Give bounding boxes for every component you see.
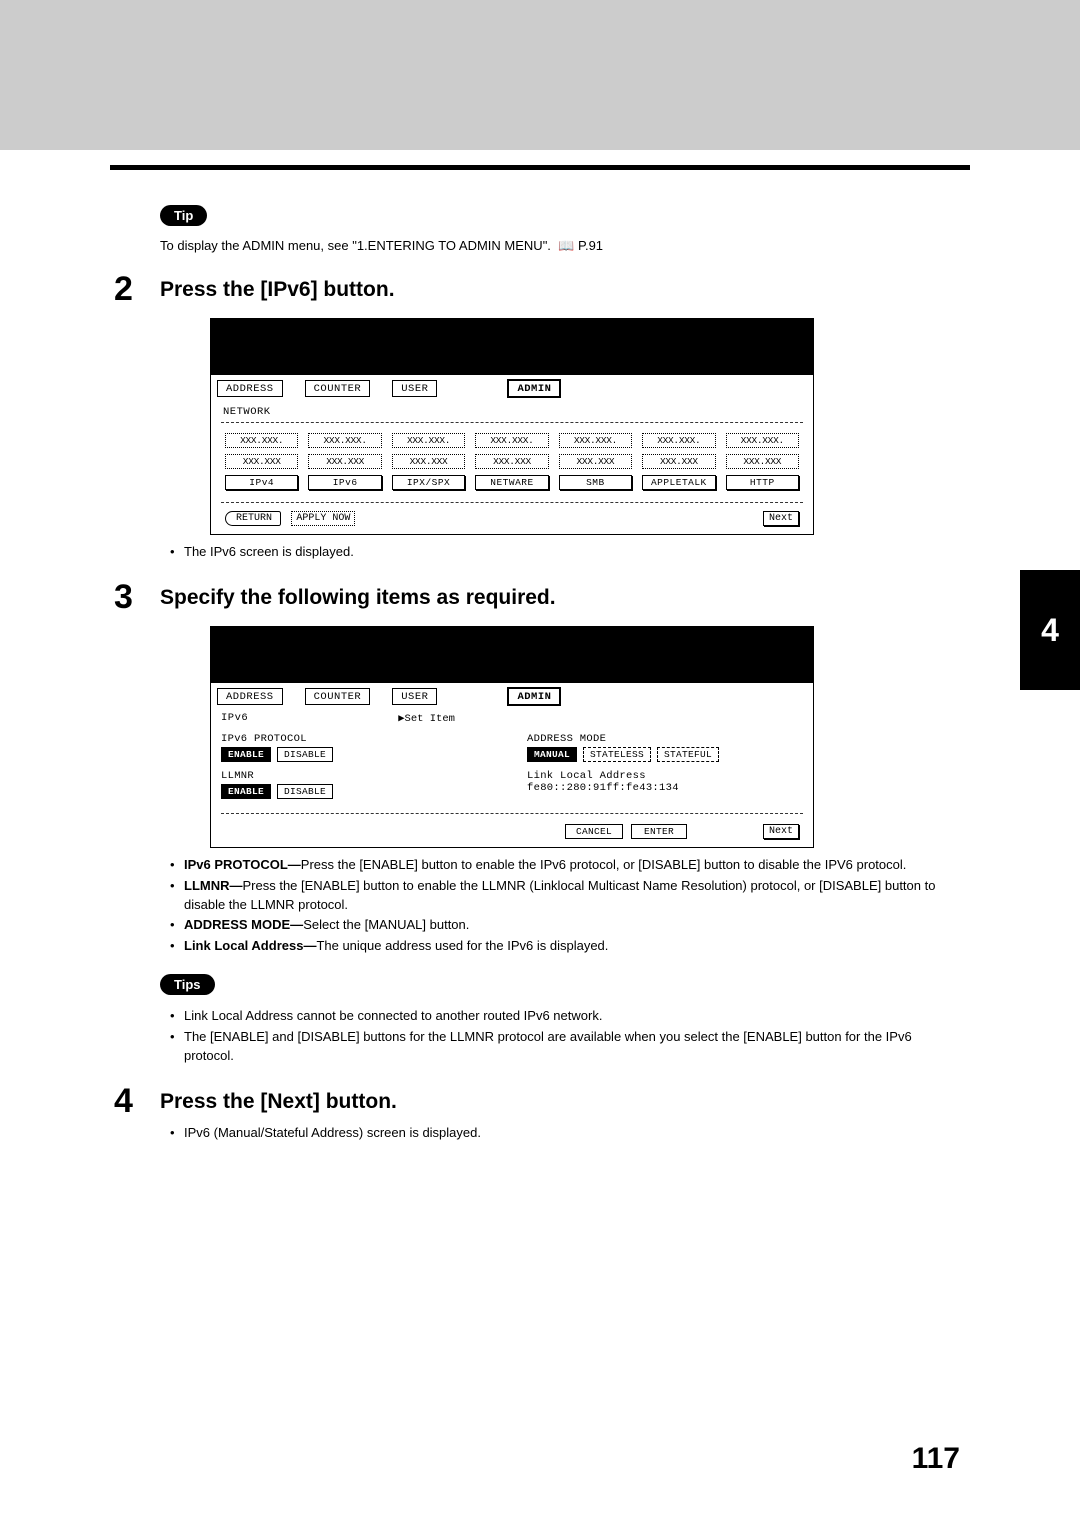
desc-address-mode: ADDRESS MODE—Select the [MANUAL] button. xyxy=(170,916,950,935)
apply-now-button[interactable]: APPLY NOW xyxy=(291,511,355,526)
address-mode-label: ADDRESS MODE xyxy=(527,733,803,745)
return-button[interactable]: RETURN xyxy=(225,511,281,526)
http-button[interactable]: HTTP xyxy=(726,475,799,490)
tips-badge: Tips xyxy=(160,974,215,995)
manual-button[interactable]: MANUAL xyxy=(527,747,577,762)
tab-counter[interactable]: COUNTER xyxy=(305,380,371,397)
label-cell: XXX.XXX xyxy=(225,454,298,469)
link-local-value: fe80::280:91ff:fe43:134 xyxy=(527,782,803,794)
label-cell: XXX.XXX xyxy=(559,454,632,469)
tab-admin[interactable]: ADMIN xyxy=(507,687,561,706)
link-local-label: Link Local Address xyxy=(527,770,803,782)
screen-titlebar xyxy=(211,319,813,375)
llmnr-disable-button[interactable]: DISABLE xyxy=(277,784,333,799)
tab-address[interactable]: ADDRESS xyxy=(217,688,283,705)
tab-address[interactable]: ADDRESS xyxy=(217,380,283,397)
tip-llmnr-buttons: The [ENABLE] and [DISABLE] buttons for t… xyxy=(170,1028,950,1066)
tip-badge: Tip xyxy=(160,205,207,226)
next-button[interactable]: Next xyxy=(763,824,799,839)
set-item-label: ▶Set Item xyxy=(398,712,455,725)
tab-counter[interactable]: COUNTER xyxy=(305,688,371,705)
tab-user[interactable]: USER xyxy=(392,380,437,397)
chapter-tab: 4 xyxy=(1020,570,1080,690)
screen-ipv6: ADDRESS COUNTER USER ADMIN IPv6 ▶Set Ite… xyxy=(210,626,814,848)
label-cell: XXX.XXX xyxy=(726,454,799,469)
netware-button[interactable]: NETWARE xyxy=(475,475,548,490)
label-cell: XXX.XXX. xyxy=(225,433,298,448)
step-title-2: Press the [IPv6] button. xyxy=(160,272,395,303)
tab-user[interactable]: USER xyxy=(392,688,437,705)
section-rule xyxy=(110,165,970,170)
step-number-2: 2 xyxy=(114,272,160,306)
label-cell: XXX.XXX xyxy=(308,454,381,469)
desc-link-local: Link Local Address—The unique address us… xyxy=(170,937,950,956)
label-cell: XXX.XXX. xyxy=(475,433,548,448)
label-cell: XXX.XXX xyxy=(475,454,548,469)
label-cell: XXX.XXX. xyxy=(642,433,715,448)
breadcrumb-network: NETWORK xyxy=(223,406,803,418)
header-gray-band xyxy=(0,0,1080,150)
tip-text: To display the ADMIN menu, see "1.ENTERI… xyxy=(160,238,950,254)
ipv6-disable-button[interactable]: DISABLE xyxy=(277,747,333,762)
page-number: 117 xyxy=(912,1442,960,1476)
desc-ipv6-protocol: IPv6 PROTOCOL—Press the [ENABLE] button … xyxy=(170,856,950,875)
screen-titlebar xyxy=(211,627,813,683)
tip-page-ref: P.91 xyxy=(578,238,603,253)
smb-button[interactable]: SMB xyxy=(559,475,632,490)
label-cell: XXX.XXX. xyxy=(308,433,381,448)
tip-link-local: Link Local Address cannot be connected t… xyxy=(170,1007,950,1026)
step2-result: The IPv6 screen is displayed. xyxy=(170,543,950,562)
stateful-button[interactable]: STATEFUL xyxy=(657,747,719,762)
tip-text-body: To display the ADMIN menu, see "1.ENTERI… xyxy=(160,238,551,253)
ipv6-protocol-label: IPv6 PROTOCOL xyxy=(221,733,497,745)
enter-button[interactable]: ENTER xyxy=(631,824,687,839)
ipv4-button[interactable]: IPv4 xyxy=(225,475,298,490)
tab-admin[interactable]: ADMIN xyxy=(507,379,561,398)
label-cell: XXX.XXX. xyxy=(726,433,799,448)
next-button[interactable]: Next xyxy=(763,511,799,526)
cancel-button[interactable]: CANCEL xyxy=(565,824,623,839)
llmnr-label: LLMNR xyxy=(221,770,497,782)
label-cell: XXX.XXX xyxy=(642,454,715,469)
desc-llmnr: LLMNR—Press the [ENABLE] button to enabl… xyxy=(170,877,950,915)
llmnr-enable-button[interactable]: ENABLE xyxy=(221,784,271,799)
ipv6-enable-button[interactable]: ENABLE xyxy=(221,747,271,762)
step-number-4: 4 xyxy=(114,1084,160,1118)
label-cell: XXX.XXX. xyxy=(559,433,632,448)
appletalk-button[interactable]: APPLETALK xyxy=(642,475,715,490)
step-title-3: Specify the following items as required. xyxy=(160,580,556,611)
step-title-4: Press the [Next] button. xyxy=(160,1084,397,1115)
screen-network: ADDRESS COUNTER USER ADMIN NETWORK XXX.X… xyxy=(210,318,814,535)
label-cell: XXX.XXX xyxy=(392,454,465,469)
ipv6-button[interactable]: IPv6 xyxy=(308,475,381,490)
breadcrumb-ipv6: IPv6 xyxy=(221,712,248,724)
step-number-3: 3 xyxy=(114,580,160,614)
book-icon: 📖 xyxy=(558,238,574,254)
stateless-button[interactable]: STATELESS xyxy=(583,747,651,762)
ipxspx-button[interactable]: IPX/SPX xyxy=(392,475,465,490)
label-cell: XXX.XXX. xyxy=(392,433,465,448)
step4-result: IPv6 (Manual/Stateful Address) screen is… xyxy=(170,1124,950,1143)
